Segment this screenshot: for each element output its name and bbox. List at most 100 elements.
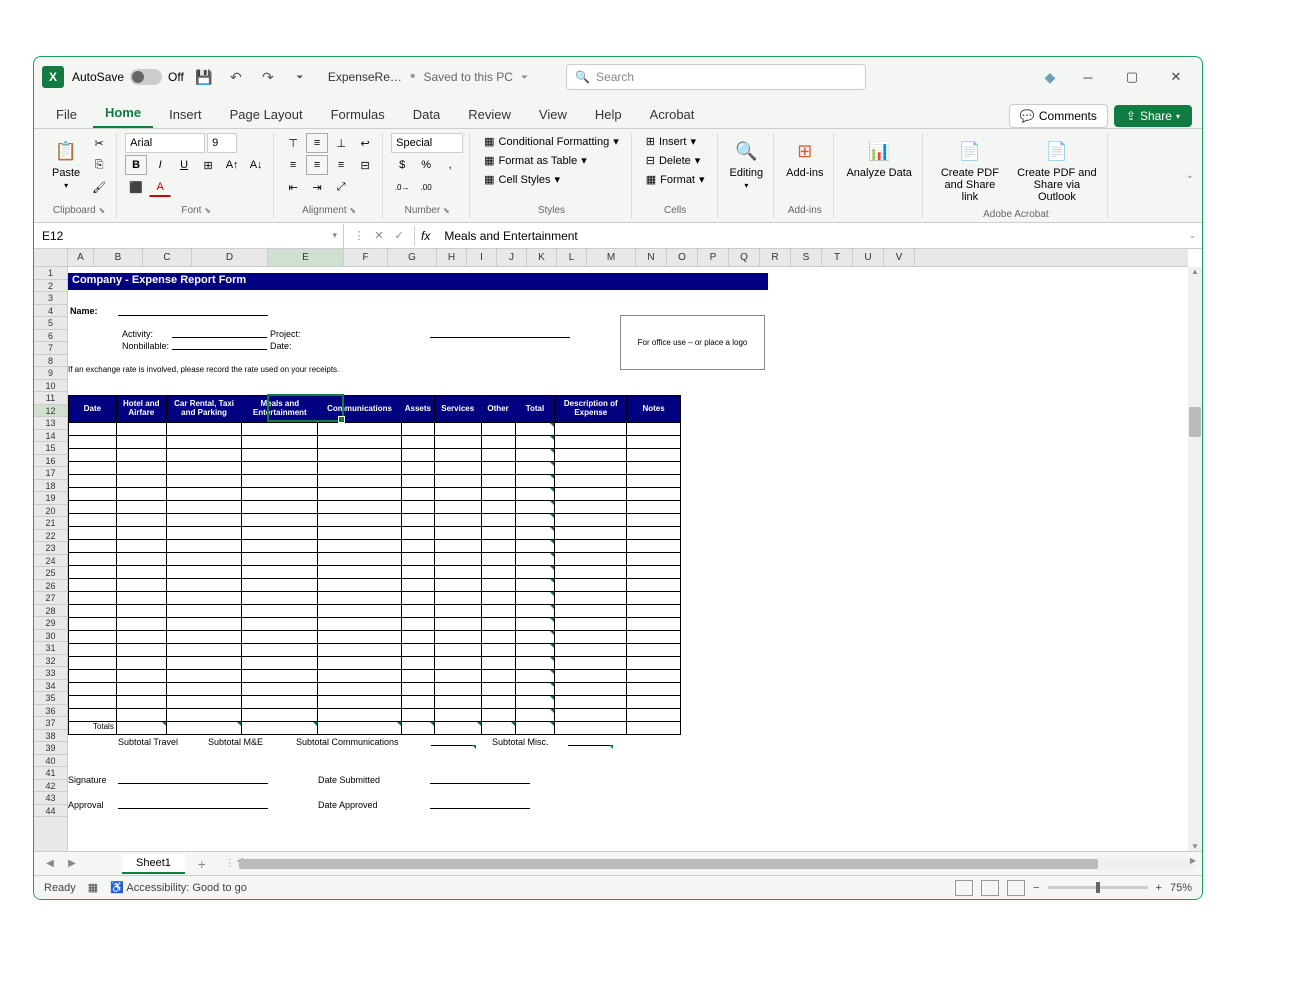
- row-header[interactable]: 5: [34, 317, 67, 330]
- select-all-corner[interactable]: [34, 249, 68, 267]
- row-header[interactable]: 16: [34, 455, 67, 468]
- table-row[interactable]: [69, 682, 680, 695]
- autosave-toggle[interactable]: [130, 69, 162, 85]
- delete-cells-button[interactable]: ⊟Delete ▾: [640, 152, 711, 169]
- font-size-select[interactable]: [207, 133, 237, 153]
- format-cells-button[interactable]: ▦Format ▾: [640, 171, 711, 188]
- column-header[interactable]: V: [884, 249, 915, 266]
- row-header[interactable]: 24: [34, 555, 67, 568]
- column-header[interactable]: I: [467, 249, 497, 266]
- row-header[interactable]: 34: [34, 680, 67, 693]
- comma-icon[interactable]: ,: [439, 155, 461, 175]
- grid[interactable]: Company - Expense Report Form Name: Acti…: [68, 267, 1188, 851]
- table-row[interactable]: [69, 708, 680, 721]
- row-header[interactable]: 27: [34, 592, 67, 605]
- row-header[interactable]: 41: [34, 767, 67, 780]
- row-header[interactable]: 35: [34, 692, 67, 705]
- tab-home[interactable]: Home: [93, 99, 153, 128]
- font-color-button[interactable]: A: [149, 177, 171, 197]
- row-header[interactable]: 38: [34, 730, 67, 743]
- options-icon[interactable]: ⋮: [350, 226, 368, 246]
- column-header[interactable]: B: [94, 249, 143, 266]
- table-row[interactable]: [69, 539, 680, 552]
- row-headers[interactable]: 1234567891011121314151617181920212223242…: [34, 249, 68, 851]
- sheet-area[interactable]: ABCDEFGHIJKLMNOPQRSTUV 12345678910111213…: [34, 249, 1202, 851]
- autosave[interactable]: AutoSave Off: [72, 69, 184, 85]
- table-row[interactable]: [69, 617, 680, 630]
- table-row[interactable]: [69, 513, 680, 526]
- horizontal-scrollbar[interactable]: ⋮ ◀ ▶: [239, 858, 1194, 870]
- row-header[interactable]: 19: [34, 492, 67, 505]
- row-header[interactable]: 36: [34, 705, 67, 718]
- tab-data[interactable]: Data: [401, 101, 452, 128]
- add-sheet-button[interactable]: +: [191, 853, 213, 875]
- table-row[interactable]: Totals: [69, 721, 680, 734]
- row-header[interactable]: 15: [34, 442, 67, 455]
- row-header[interactable]: 2: [34, 280, 67, 293]
- row-header[interactable]: 22: [34, 530, 67, 543]
- table-row[interactable]: [69, 695, 680, 708]
- format-painter-icon[interactable]: 🖌: [88, 177, 110, 197]
- hscroll-thumb[interactable]: [239, 859, 1099, 869]
- row-header[interactable]: 10: [34, 380, 67, 393]
- tab-review[interactable]: Review: [456, 101, 523, 128]
- align-middle-icon[interactable]: ≡: [306, 133, 328, 153]
- column-header[interactable]: U: [853, 249, 884, 266]
- column-headers[interactable]: ABCDEFGHIJKLMNOPQRSTUV: [68, 249, 1188, 267]
- row-header[interactable]: 25: [34, 567, 67, 580]
- chevron-down-icon[interactable]: ⏷: [521, 72, 528, 83]
- underline-button[interactable]: U: [173, 155, 195, 175]
- undo-icon[interactable]: ↶: [224, 65, 248, 89]
- tab-acrobat[interactable]: Acrobat: [638, 101, 707, 128]
- wrap-text-icon[interactable]: ↩: [354, 133, 376, 153]
- collapse-ribbon-icon[interactable]: ⌄: [1186, 170, 1194, 181]
- row-header[interactable]: 17: [34, 467, 67, 480]
- share-button[interactable]: ⇪ Share ▾: [1114, 105, 1192, 127]
- conditional-formatting-button[interactable]: ▦Conditional Formatting ▾: [478, 133, 625, 150]
- copy-icon[interactable]: ⎘: [88, 155, 110, 175]
- table-row[interactable]: [69, 565, 680, 578]
- save-icon[interactable]: 💾: [192, 65, 216, 89]
- column-header[interactable]: P: [698, 249, 729, 266]
- increase-indent-icon[interactable]: ⇥: [306, 177, 328, 197]
- currency-icon[interactable]: $: [391, 155, 413, 175]
- column-header[interactable]: K: [527, 249, 557, 266]
- expand-formula-icon[interactable]: ⌄: [1182, 230, 1202, 241]
- row-header[interactable]: 28: [34, 605, 67, 618]
- close-button[interactable]: ✕: [1158, 61, 1194, 93]
- macro-icon[interactable]: ▦: [88, 881, 98, 894]
- font-name-select[interactable]: [125, 133, 205, 153]
- row-header[interactable]: 21: [34, 517, 67, 530]
- row-header[interactable]: 3: [34, 292, 67, 305]
- accessibility-status[interactable]: ♿ Accessibility: Good to go: [110, 881, 247, 894]
- table-row[interactable]: [69, 422, 680, 435]
- zoom-out-icon[interactable]: −: [1033, 882, 1039, 894]
- zoom-slider[interactable]: [1048, 886, 1148, 889]
- column-header[interactable]: H: [437, 249, 467, 266]
- diamond-icon[interactable]: ◆: [1038, 65, 1062, 89]
- table-row[interactable]: [69, 591, 680, 604]
- align-right-icon[interactable]: ≡: [330, 155, 352, 175]
- decrease-decimal-icon[interactable]: .00: [415, 177, 437, 197]
- zoom-in-icon[interactable]: +: [1156, 882, 1162, 894]
- table-row[interactable]: [69, 630, 680, 643]
- vertical-scrollbar[interactable]: ▲ ▼: [1188, 267, 1202, 851]
- dialog-launcher-icon[interactable]: ⬊: [99, 206, 106, 215]
- scroll-up-icon[interactable]: ▲: [1188, 267, 1202, 276]
- row-header[interactable]: 23: [34, 542, 67, 555]
- dialog-launcher-icon[interactable]: ⬊: [204, 206, 211, 215]
- tab-view[interactable]: View: [527, 101, 579, 128]
- table-row[interactable]: [69, 578, 680, 591]
- decrease-font-icon[interactable]: A↓: [245, 155, 267, 175]
- normal-view-icon[interactable]: [955, 880, 973, 896]
- increase-font-icon[interactable]: A↑: [221, 155, 243, 175]
- row-header[interactable]: 9: [34, 367, 67, 380]
- row-header[interactable]: 18: [34, 480, 67, 493]
- table-row[interactable]: [69, 526, 680, 539]
- column-header[interactable]: T: [822, 249, 853, 266]
- row-header[interactable]: 31: [34, 642, 67, 655]
- column-header[interactable]: R: [760, 249, 791, 266]
- paste-button[interactable]: 📋 Paste ▾: [48, 133, 84, 194]
- table-row[interactable]: [69, 474, 680, 487]
- column-header[interactable]: F: [344, 249, 388, 266]
